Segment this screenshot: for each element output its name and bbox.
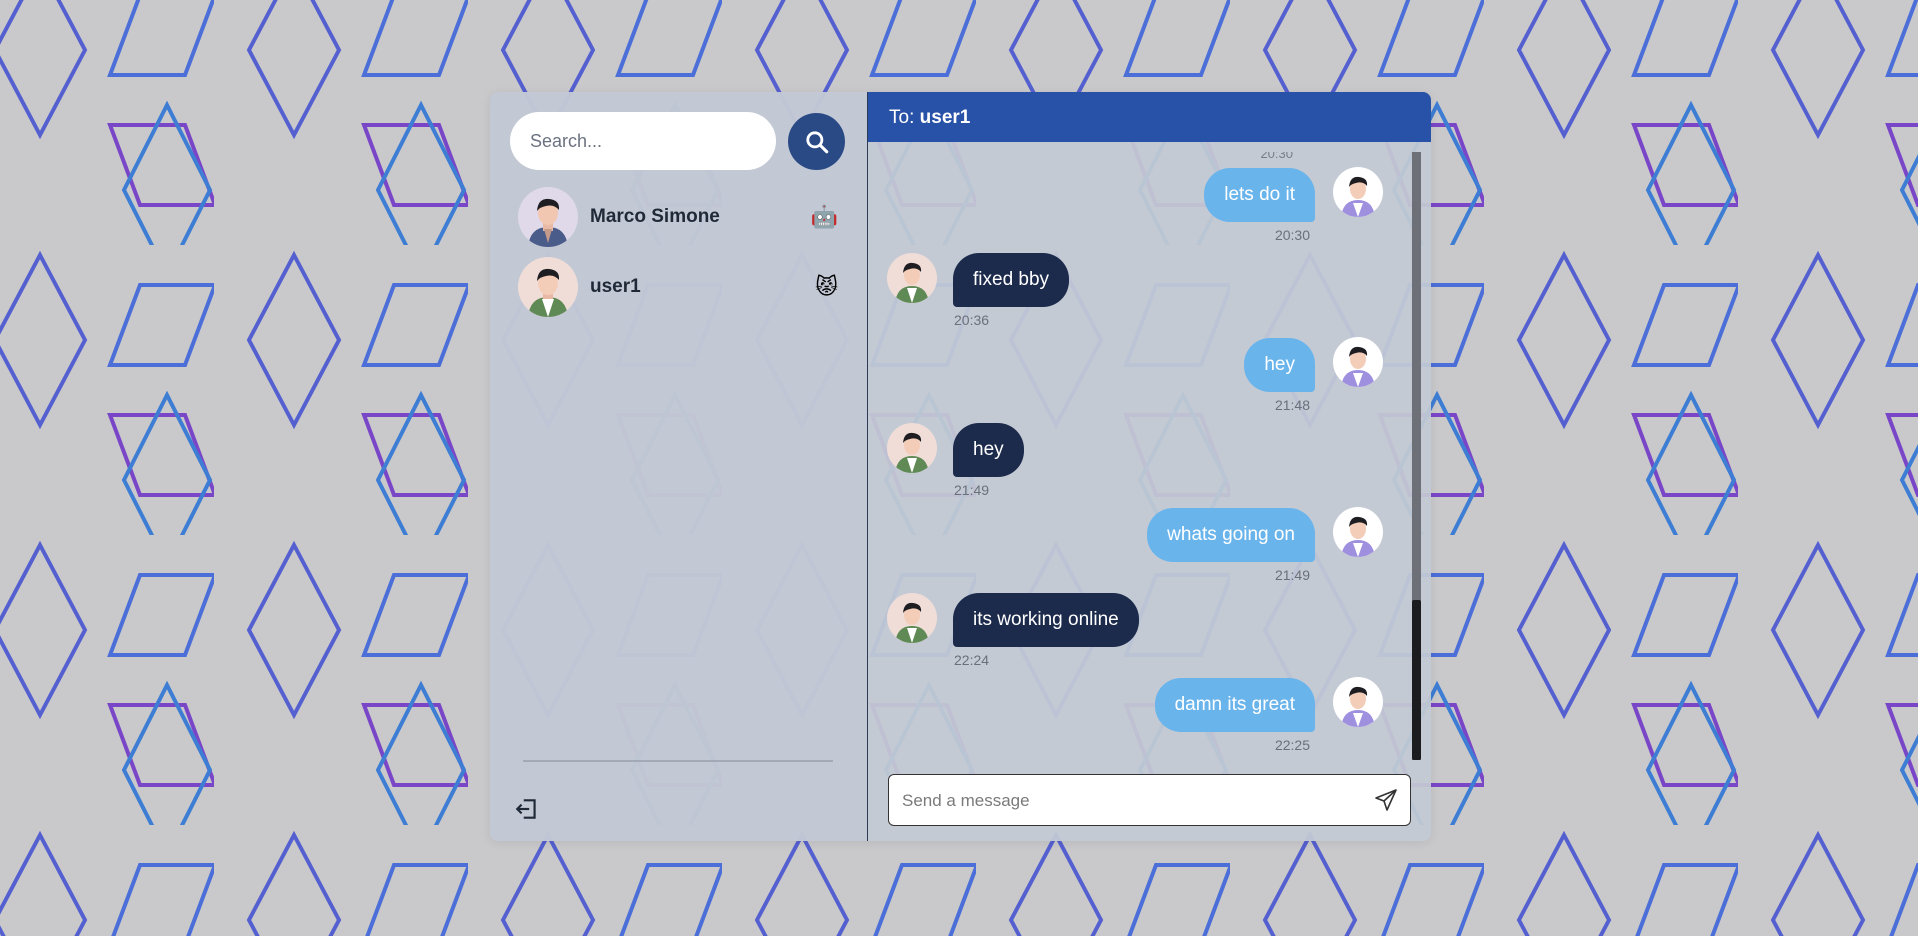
avatar [887,593,937,643]
message-bubble: lets do it [1204,168,1315,222]
send-icon [1375,789,1397,811]
avatar [518,187,578,247]
avatar [518,257,578,317]
pouting-cat-icon: 😾 [815,274,838,299]
message-bubble: whats going on [1147,508,1315,562]
message-received: fixed bby 20:36 [868,237,1413,328]
logout-button[interactable] [512,794,542,824]
search-input[interactable] [510,112,776,170]
avatar [887,253,937,303]
message-list: 20:30 lets do it 20:30 fixed bby 20:36 h… [868,152,1413,755]
avatar [1333,507,1383,557]
avatar [1333,677,1383,727]
message-sent: lets do it 20:30 [868,152,1413,243]
to-label: To: [889,107,915,128]
avatar [1333,337,1383,387]
sidebar-divider [523,760,833,762]
chat-header: To: user1 [868,92,1431,142]
message-bubble: hey [1244,338,1315,392]
search-icon [805,130,828,153]
message-bubble: damn its great [1154,678,1315,732]
robot-icon: 🤖 [810,204,838,229]
search-button[interactable] [788,113,845,170]
sidebar: Marco Simone 🤖 user1 😾 [490,92,867,841]
message-time: 22:25 [1274,737,1310,753]
avatar [887,423,937,473]
message-sent: whats going on 21:49 [868,492,1413,583]
message-composer [888,774,1411,827]
scrollbar-thumb[interactable] [1412,600,1421,760]
conversation-name: Marco Simone [590,206,720,227]
message-received: hey 21:49 [868,407,1413,498]
send-button[interactable] [1374,788,1398,812]
conversation-item-user1[interactable]: user1 😾 [518,256,838,318]
avatar [1333,167,1383,217]
chat-app-window: Marco Simone 🤖 user1 😾 [490,92,1431,841]
conversation-item-marco-simone[interactable]: Marco Simone 🤖 [518,186,838,248]
conversation-name: user1 [590,276,641,297]
message-input[interactable] [889,775,1364,827]
message-bubble: hey [953,423,1024,477]
chat-panel: To: user1 20:30 lets do it 20:30 fixed b… [867,92,1431,841]
message-received: its working online 22:24 [868,577,1413,668]
message-sent: hey 21:48 [868,322,1413,413]
message-bubble: fixed bby [953,253,1070,307]
recipient-name: user1 [919,107,971,128]
message-sent: damn its great 22:25 [868,662,1413,755]
message-bubble: its working online [953,593,1139,647]
logout-icon [515,799,536,819]
